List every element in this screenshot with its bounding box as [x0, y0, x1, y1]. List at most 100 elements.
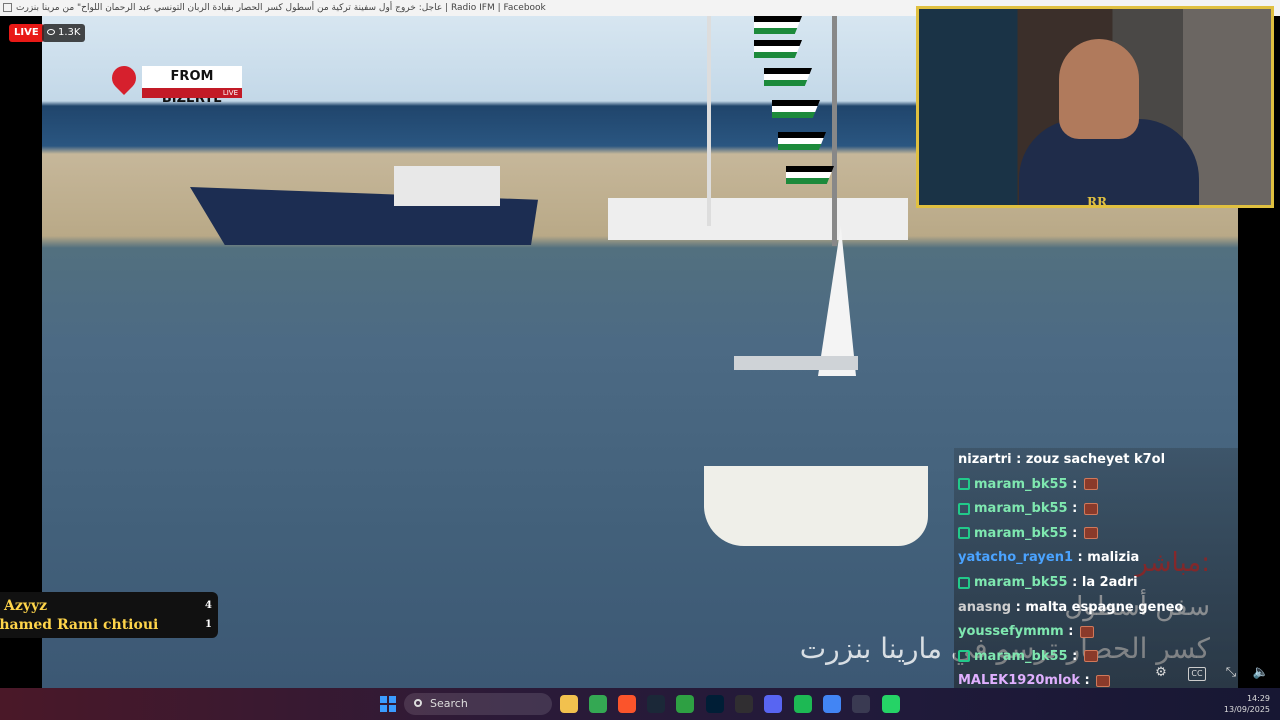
steam-icon[interactable] [647, 695, 665, 713]
windows-start-icon[interactable] [380, 696, 396, 712]
chat-message: youssefymmm : [958, 620, 1094, 644]
chat-badge-icon [958, 478, 970, 491]
spotify-icon[interactable] [794, 695, 812, 713]
palestine-flag [754, 40, 802, 58]
taskbar-time: 14:29 [1246, 694, 1270, 703]
chat-text: malta espagne geneo [1025, 599, 1184, 615]
chat-badge-icon [958, 576, 970, 589]
chat-username[interactable]: youssefymmm [958, 624, 1064, 639]
app-dark-icon[interactable] [852, 695, 870, 713]
brave-icon[interactable] [618, 695, 636, 713]
taskbar-clock[interactable]: 14:29 13/09/2025 [1220, 693, 1270, 715]
streamer-webcam: RR [916, 6, 1274, 208]
location-badge: FROM BIZERTE LIVE [107, 61, 246, 106]
chat-emote-icon [1083, 478, 1098, 491]
chat-text: zouz sacheyet k7ol [1025, 452, 1166, 467]
chat-separator: : [1067, 525, 1082, 541]
location-live-tag: LIVE [142, 88, 242, 98]
eye-icon [47, 29, 55, 35]
fishing-boat-cabin [394, 166, 500, 206]
taskbar-search-label: Search [430, 697, 468, 710]
window-title: عاجل: خروج أول سفينة تركية من أسطول كسر … [16, 3, 546, 13]
chat-separator: : [1067, 575, 1082, 590]
cc-icon[interactable]: CC [1188, 667, 1206, 681]
gear-icon[interactable]: ⚙ [1152, 664, 1170, 682]
chat-emote-icon [1096, 674, 1111, 687]
viewer-count: 1.3K [42, 24, 86, 42]
chat-separator: : [1073, 550, 1088, 566]
chat-username[interactable]: nizartri [958, 452, 1012, 467]
chat-message: maram_bk55 : la 2adri [958, 571, 1138, 595]
chat-separator: : [1080, 673, 1095, 689]
flag-mast [832, 16, 837, 246]
chat-message: maram_bk55 : [958, 497, 1098, 521]
sailboat-boom [734, 356, 858, 370]
whatsapp-icon[interactable] [882, 695, 900, 713]
chat-separator: : [1011, 599, 1026, 615]
palestine-flag [764, 68, 812, 86]
discord-icon[interactable] [764, 695, 782, 713]
chat-separator: : [1067, 501, 1082, 517]
palestine-flag [772, 100, 820, 118]
player-controls: ⚙ CC ⤡ 🔈 [1150, 662, 1274, 684]
chat-badge-icon [958, 527, 970, 540]
chat-message: anasng : malta espagne geneo [958, 596, 1183, 620]
taskbar-date: 13/09/2025 [1223, 705, 1270, 714]
chat-text: malizia [1087, 550, 1140, 566]
location-pin-icon [107, 61, 141, 95]
streamer-head [1059, 39, 1139, 139]
chat-username[interactable]: maram_bk55 [974, 526, 1068, 541]
tab-page-icon [3, 3, 12, 12]
chat-text: la 2adri [1081, 575, 1138, 590]
chat-username[interactable]: yatacho_rayen1 [958, 550, 1073, 565]
chat-separator: : [1011, 452, 1026, 467]
palestine-flag [778, 132, 826, 150]
volume-icon[interactable]: 🔈 [1252, 664, 1270, 682]
chat-username[interactable]: maram_bk55 [974, 501, 1068, 516]
chat-badge-icon [958, 502, 970, 515]
obs-icon[interactable] [735, 695, 753, 713]
chat-username[interactable]: MALEK1920mlok [958, 673, 1080, 688]
location-label: FROM BIZERTE [142, 66, 242, 106]
palestine-flag [754, 16, 802, 34]
minimize-icon[interactable]: ⤡ [1222, 664, 1240, 682]
chat-badge-icon [958, 650, 970, 663]
palestine-flag [786, 166, 834, 184]
scoreboard-row: ohamed Rami chtioui 1 [0, 615, 218, 635]
chat-emote-icon [1080, 625, 1094, 638]
scoreboard: Azyyz 4 ohamed Rami chtioui 1 [0, 592, 218, 638]
sailboat-hull [704, 466, 928, 546]
taskbar: Search 14:29 13/09/2025 [0, 688, 1280, 720]
left-letterbox [0, 16, 42, 688]
chat-message: yatacho_rayen1 : malizia [958, 546, 1139, 570]
chat-emote-icon [1083, 527, 1098, 540]
chat-separator: : [1063, 624, 1078, 640]
taskbar-search[interactable]: Search [404, 693, 552, 715]
search-icon [414, 699, 422, 707]
sailboat-sail [818, 226, 856, 376]
viewer-count-value: 1.3K [58, 27, 81, 38]
scoreboard-name: Azyyz [4, 598, 48, 614]
scoreboard-value: 4 [205, 600, 212, 611]
chat-emote-icon [1083, 650, 1098, 663]
scoreboard-row: Azyyz 4 [0, 596, 218, 616]
scoreboard-name: ohamed Rami chtioui [0, 617, 159, 633]
chat-emote-icon [1083, 502, 1098, 515]
photoshop-icon[interactable] [706, 695, 724, 713]
chat-message: maram_bk55 : [958, 473, 1098, 497]
white-yacht-hull [608, 198, 908, 240]
live-badge: LIVE [9, 24, 44, 42]
chat-username[interactable]: maram_bk55 [974, 649, 1068, 664]
chrome-icon[interactable] [589, 695, 607, 713]
chrome-alt-icon[interactable] [823, 695, 841, 713]
chat-username[interactable]: anasng [958, 600, 1011, 615]
chat-username[interactable]: maram_bk55 [974, 575, 1068, 590]
chat-separator: : [1067, 476, 1082, 492]
scoreboard-value: 1 [205, 619, 212, 630]
file-explorer-icon[interactable] [560, 695, 578, 713]
yacht-mast [707, 16, 711, 226]
app-green-icon[interactable] [676, 695, 694, 713]
chat-separator: : [1067, 648, 1082, 664]
chat-message: nizartri : zouz sacheyet k7ol [958, 448, 1165, 472]
chat-username[interactable]: maram_bk55 [974, 477, 1068, 492]
